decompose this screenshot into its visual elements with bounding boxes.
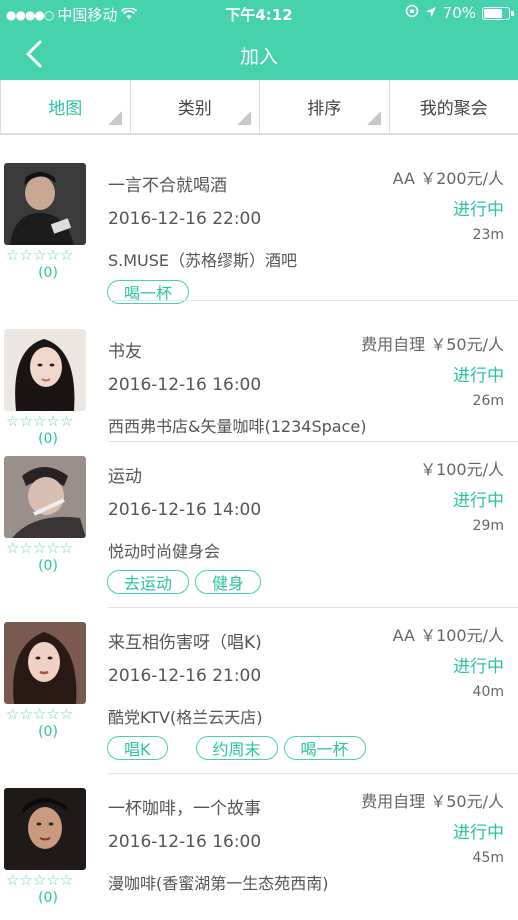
event-status: 进行中 — [453, 823, 504, 843]
event-status: 进行中 — [453, 657, 504, 677]
filter-label: 我的聚会 — [419, 99, 488, 119]
event-price: AA ￥100元/人 — [392, 626, 504, 645]
event-name: 一言不合就喝酒 — [108, 176, 227, 196]
event-time: 2016-12-16 22:00 — [108, 209, 262, 229]
tag[interactable]: 健身 — [195, 570, 262, 594]
event-name: 一杯咖啡，一个故事 — [108, 799, 261, 819]
event-list: ☆☆☆☆☆ (0) 一言不合就喝酒 2016-12-16 22:00 S.MUS… — [0, 135, 518, 920]
tag[interactable]: 唱K — [107, 736, 168, 760]
event-name: 来互相伤害呀（唱K) — [108, 633, 262, 653]
event-venue: 西西弗书店&矢量咖啡(1234Space) — [108, 417, 367, 436]
event-item[interactable]: ☆☆☆☆☆ (0) 来互相伤害呀（唱K) 2016-12-16 21:00 酷党… — [0, 608, 518, 774]
event-time: 2016-12-16 21:00 — [108, 666, 262, 686]
battery-icon — [482, 6, 514, 20]
filter-map[interactable]: 地图 — [0, 80, 131, 134]
filter-bar: 地图 类别 排序 我的聚会 — [0, 80, 518, 135]
battery-percent: 70% — [442, 4, 476, 22]
event-venue: 漫咖啡(香蜜湖第一生态苑西南) — [108, 874, 329, 893]
nav-bar: 加入 — [0, 28, 518, 80]
tag-list: 唱K 约周末 喝一杯 — [107, 736, 366, 760]
status-bar: ●●●●○ 中国移动 下午4:12 70% — [0, 0, 518, 28]
filter-label: 地图 — [48, 99, 83, 119]
event-venue: 酷党KTV(格兰云天店) — [108, 708, 263, 727]
avatar[interactable] — [4, 329, 86, 411]
rating-score: (0) — [38, 890, 58, 906]
event-status: 进行中 — [453, 491, 504, 511]
event-price: ￥100元/人 — [420, 460, 504, 479]
event-name: 书友 — [108, 342, 142, 362]
event-time: 2016-12-16 16:00 — [108, 832, 262, 852]
event-price: 费用自理 ￥50元/人 — [361, 335, 504, 354]
avatar[interactable] — [4, 622, 86, 704]
rating-stars: ☆☆☆☆☆ — [6, 871, 74, 889]
avatar[interactable] — [4, 163, 86, 245]
filter-sort[interactable]: 排序 — [259, 80, 390, 134]
event-distance: 29m — [472, 518, 504, 534]
rating-score: (0) — [38, 558, 58, 574]
rating-stars: ☆☆☆☆☆ — [6, 246, 74, 264]
event-distance: 45m — [472, 850, 504, 866]
dropdown-corner-icon — [107, 111, 122, 125]
event-time: 2016-12-16 16:00 — [108, 375, 262, 395]
event-name: 运动 — [108, 467, 142, 487]
avatar[interactable] — [4, 788, 86, 870]
event-item[interactable]: ☆☆☆☆☆ (0) 书友 2016-12-16 16:00 西西弗书店&矢量咖啡… — [0, 301, 518, 447]
orientation-lock-icon — [405, 4, 419, 22]
event-item[interactable]: ☆☆☆☆☆ (0) 一言不合就喝酒 2016-12-16 22:00 S.MUS… — [0, 135, 518, 304]
event-time: 2016-12-16 14:00 — [108, 500, 262, 520]
event-item[interactable]: ☆☆☆☆☆ (0) 一杯咖啡，一个故事 2016-12-16 16:00 漫咖啡… — [0, 774, 518, 920]
filter-my-events[interactable]: 我的聚会 — [388, 80, 518, 134]
page-title: 加入 — [239, 46, 278, 68]
event-price: AA ￥200元/人 — [392, 169, 504, 188]
rating-score: (0) — [38, 265, 58, 281]
tag[interactable]: 喝一杯 — [283, 736, 366, 760]
event-distance: 40m — [472, 684, 504, 700]
filter-category[interactable]: 类别 — [129, 80, 260, 134]
event-distance: 26m — [472, 393, 504, 409]
filter-label: 类别 — [177, 99, 212, 119]
tag[interactable]: 约周末 — [195, 736, 278, 760]
event-item[interactable]: ☆☆☆☆☆ (0) 运动 2016-12-16 14:00 悦动时尚健身会 ￥1… — [0, 442, 518, 608]
tag[interactable]: 去运动 — [107, 570, 190, 594]
event-price: 费用自理 ￥50元/人 — [361, 792, 504, 811]
event-distance: 23m — [472, 227, 504, 243]
event-venue: 悦动时尚健身会 — [108, 542, 221, 561]
filter-label: 排序 — [307, 99, 342, 119]
event-status: 进行中 — [453, 200, 504, 220]
status-right: 70% — [405, 4, 514, 22]
rating-stars: ☆☆☆☆☆ — [6, 705, 74, 723]
dropdown-corner-icon — [237, 111, 251, 125]
event-status: 进行中 — [453, 366, 504, 386]
event-venue: S.MUSE（苏格缪斯）酒吧 — [108, 251, 298, 270]
tag-list: 去运动 健身 — [107, 570, 262, 594]
dropdown-corner-icon — [366, 111, 381, 125]
rating-stars: ☆☆☆☆☆ — [6, 412, 74, 430]
rating-stars: ☆☆☆☆☆ — [6, 539, 74, 557]
rating-score: (0) — [38, 724, 58, 740]
location-icon — [425, 4, 437, 22]
avatar[interactable] — [4, 456, 86, 538]
